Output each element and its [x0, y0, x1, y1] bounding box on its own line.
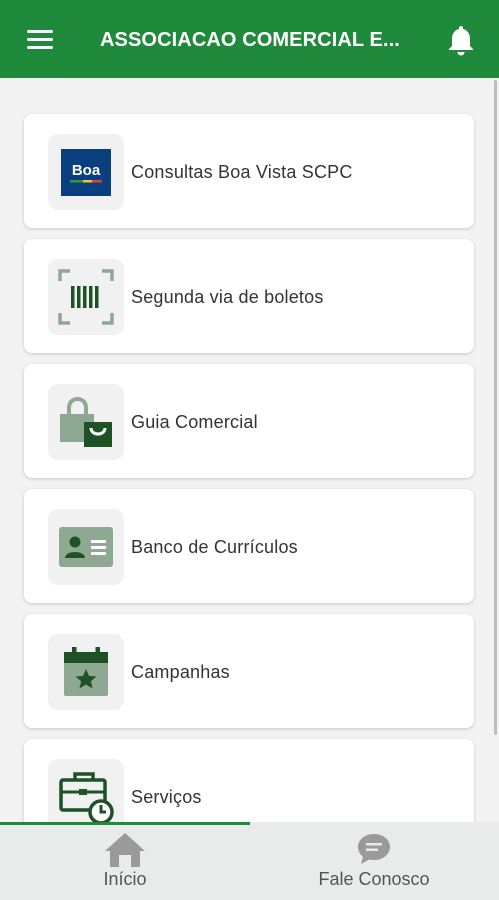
calendar-star-icon — [48, 634, 124, 710]
menu-line — [27, 38, 53, 41]
hamburger-menu-icon[interactable] — [24, 28, 56, 50]
barcode-icon — [48, 259, 124, 335]
boa-logo-text: Boa — [72, 162, 101, 179]
menu-item-campanhas[interactable]: Campanhas — [24, 614, 474, 728]
chat-bubble-icon — [358, 834, 390, 864]
app-title: ASSOCIACAO COMERCIAL E... — [100, 29, 400, 51]
home-icon — [105, 833, 145, 867]
menu-item-label: Segunda via de boletos — [131, 287, 324, 307]
shopping-bag-icon — [48, 384, 124, 460]
boa-vista-logo-icon: Boa — [48, 134, 124, 210]
menu-item-banco-curriculos[interactable]: Banco de Currículos — [24, 489, 474, 603]
scrollbar[interactable] — [494, 80, 497, 735]
menu-item-label: Campanhas — [131, 662, 230, 682]
bell-icon[interactable] — [447, 24, 475, 56]
menu-item-label: Serviços — [131, 787, 202, 807]
menu-item-consultas-boa-vista[interactable]: Boa Consultas Boa Vista SCPC — [24, 114, 474, 228]
id-card-icon — [48, 509, 124, 585]
nav-label: Fale Conosco — [318, 869, 430, 889]
menu-line — [27, 46, 53, 49]
menu-item-guia-comercial[interactable]: Guia Comercial — [24, 364, 474, 478]
menu-item-servicos[interactable]: Serviços — [24, 739, 474, 822]
nav-label: Início — [103, 869, 147, 889]
menu-item-label: Consultas Boa Vista SCPC — [131, 162, 353, 182]
menu-list: Boa Consultas Boa Vista SCPC Segunda via — [0, 78, 499, 822]
menu-item-label: Banco de Currículos — [131, 537, 298, 557]
menu-item-segunda-via-boletos[interactable]: Segunda via de boletos — [24, 239, 474, 353]
active-tab-indicator — [0, 822, 250, 825]
menu-line — [27, 30, 53, 33]
app-bar: ASSOCIACAO COMERCIAL E... — [0, 0, 499, 78]
nav-item-inicio[interactable]: Início — [0, 822, 250, 900]
nav-item-fale-conosco[interactable]: Fale Conosco — [249, 822, 499, 900]
briefcase-clock-icon — [48, 759, 124, 822]
bottom-navigation: Início Fale Conosco — [0, 822, 499, 900]
menu-item-label: Guia Comercial — [131, 412, 258, 432]
